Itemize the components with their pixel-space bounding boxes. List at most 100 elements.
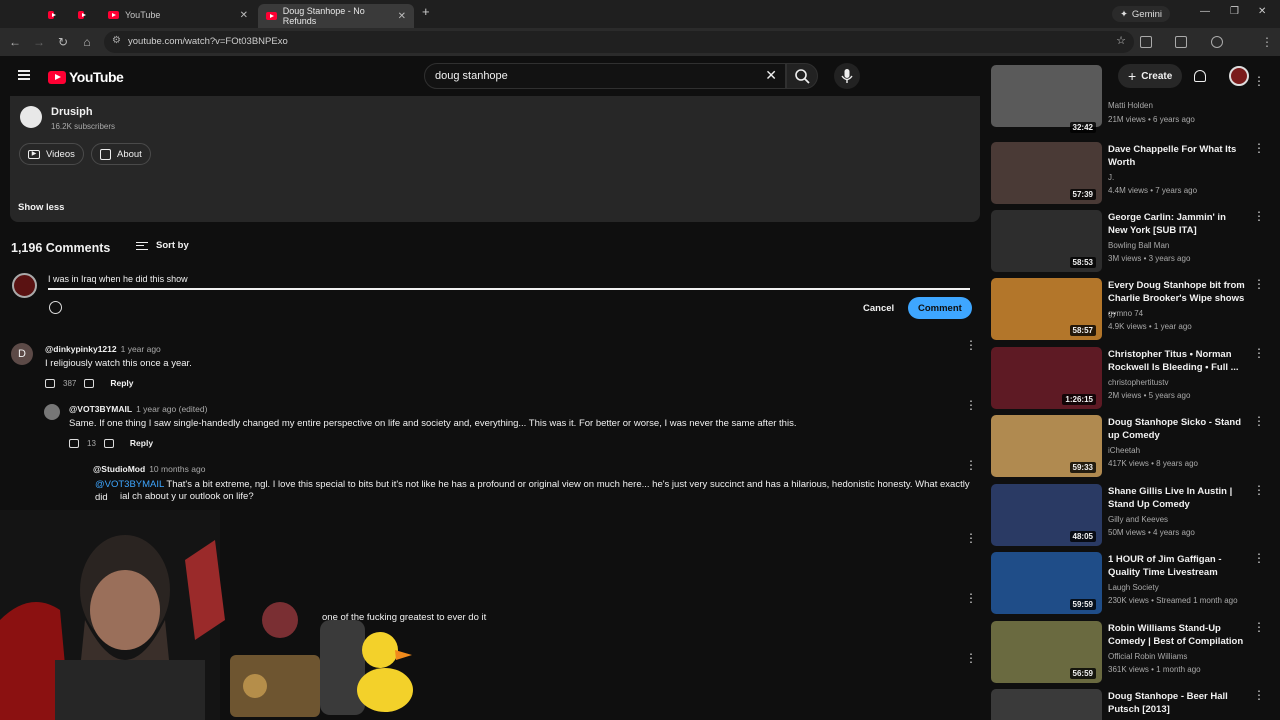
reload-icon[interactable]: ↻: [56, 35, 70, 49]
comment-menu-icon[interactable]: ⋮: [965, 339, 977, 351]
video-title[interactable]: Robin Williams Stand-Up Comedy | Best of…: [1108, 622, 1246, 648]
show-less-button[interactable]: Show less: [18, 202, 64, 213]
close-icon[interactable]: ✕: [398, 11, 406, 22]
comment-time[interactable]: 1 year ago (edited): [136, 404, 207, 414]
video-menu-icon[interactable]: ⋮: [1253, 621, 1265, 633]
recommended-video[interactable]: 58:53 George Carlin: Jammin' in New York …: [991, 210, 1271, 272]
video-title[interactable]: George Carlin: Jammin' in New York [SUB …: [1108, 211, 1246, 237]
video-title[interactable]: Doug Stanhope Sicko - Stand up Comedy: [1108, 416, 1246, 442]
reply-button[interactable]: Reply: [110, 378, 133, 388]
comment-menu-icon[interactable]: ⋮: [965, 592, 977, 604]
youtube-logo[interactable]: YouTube: [48, 69, 124, 85]
video-menu-icon[interactable]: ⋮: [1253, 484, 1265, 496]
video-channel[interactable]: J.: [1108, 173, 1114, 182]
gemini-button[interactable]: ✦ Gemini: [1111, 6, 1170, 22]
channel-videos-button[interactable]: ▶ Videos: [19, 143, 84, 165]
sidepanel-icon[interactable]: [1175, 36, 1187, 48]
recommended-video[interactable]: Doug Stanhope - Beer Hall Putsch [2013] ⋮: [991, 689, 1271, 720]
video-thumbnail[interactable]: [991, 65, 1102, 127]
like-count: 13: [87, 438, 96, 448]
recommended-video[interactable]: 57:39 Dave Chappelle For What Its Worth J.…: [991, 142, 1271, 204]
new-tab-icon[interactable]: +: [422, 4, 430, 19]
recommended-video[interactable]: 59:33 Doug Stanhope Sicko - Stand up Come…: [991, 415, 1271, 477]
comment-menu-icon[interactable]: ⋮: [965, 532, 977, 544]
comment-menu-icon[interactable]: ⋮: [965, 399, 977, 411]
video-menu-icon[interactable]: ⋮: [1253, 689, 1265, 701]
channel-name[interactable]: Drusiph: [51, 106, 93, 118]
recommended-video[interactable]: 56:59 Robin Williams Stand-Up Comedy | Be…: [991, 621, 1271, 683]
recommended-video[interactable]: 48:05 Shane Gillis Live In Austin | Stand…: [991, 484, 1271, 546]
dislike-icon[interactable]: [103, 438, 114, 448]
like-icon[interactable]: [45, 378, 55, 388]
menu-kebab-icon[interactable]: ⋮: [1260, 35, 1274, 49]
maximize-icon[interactable]: ❐: [1230, 6, 1239, 17]
home-icon[interactable]: ⌂: [80, 35, 94, 49]
close-icon[interactable]: ✕: [240, 10, 248, 21]
video-thumbnail[interactable]: [991, 689, 1102, 720]
extensions-icon[interactable]: [1140, 36, 1152, 48]
video-title[interactable]: 1 HOUR of Jim Gaffigan - Quality Time Li…: [1108, 553, 1246, 579]
hamburger-menu-icon[interactable]: [18, 70, 30, 80]
browser-tab[interactable]: [40, 4, 68, 26]
forward-icon[interactable]: →: [32, 35, 46, 49]
video-channel[interactable]: christophertitustv: [1108, 378, 1168, 387]
video-channel[interactable]: gymno 74: [1108, 309, 1143, 318]
channel-about-button[interactable]: About: [91, 143, 151, 165]
emoji-icon[interactable]: [49, 301, 62, 314]
commenter-avatar[interactable]: D: [11, 343, 33, 365]
site-info-icon[interactable]: ⚙: [112, 35, 121, 46]
cancel-button[interactable]: Cancel: [856, 298, 901, 318]
recommended-video[interactable]: 1:26:15 Christopher Titus • Norman Rockwe…: [991, 347, 1271, 409]
browser-tab-youtube[interactable]: YouTube ✕: [100, 4, 256, 26]
back-icon[interactable]: ←: [8, 35, 22, 49]
address-bar[interactable]: ⚙ youtube.com/watch?v=FOt03BNPExo ☆: [104, 31, 1134, 53]
recommended-video[interactable]: 59:59 1 HOUR of Jim Gaffigan - Quality Ti…: [991, 552, 1271, 614]
recommended-video[interactable]: 58:57 Every Doug Stanhope bit from Charli…: [991, 278, 1271, 340]
search-button[interactable]: [786, 63, 818, 89]
video-channel[interactable]: Gilly and Keeves: [1108, 515, 1168, 524]
video-menu-icon[interactable]: ⋮: [1253, 278, 1265, 290]
video-menu-icon[interactable]: ⋮: [1253, 347, 1265, 359]
search-input[interactable]: doug stanhope ✕: [424, 63, 786, 89]
channel-avatar[interactable]: [20, 106, 42, 128]
video-menu-icon[interactable]: ⋮: [1253, 210, 1265, 222]
like-icon[interactable]: [69, 438, 79, 448]
comment-menu-icon[interactable]: ⋮: [965, 652, 977, 664]
video-title[interactable]: Shane Gillis Live In Austin | Stand Up C…: [1108, 485, 1246, 511]
voice-search-button[interactable]: [834, 63, 860, 89]
mention-link[interactable]: @VOT3BYMAIL: [95, 479, 164, 490]
video-title[interactable]: Dave Chappelle For What Its Worth: [1108, 143, 1246, 169]
video-menu-icon[interactable]: ⋮: [1253, 415, 1265, 427]
video-menu-icon[interactable]: ⋮: [1253, 552, 1265, 564]
video-channel[interactable]: Laugh Society: [1108, 583, 1159, 592]
profile-icon[interactable]: [1211, 36, 1223, 48]
comment-menu-icon[interactable]: ⋮: [965, 459, 977, 471]
video-channel[interactable]: Bowling Ball Man: [1108, 241, 1169, 250]
recommended-video[interactable]: 32:42 Matti Holden 21M views • 6 years ago…: [991, 65, 1271, 137]
minimize-icon[interactable]: —: [1200, 6, 1210, 17]
clear-search-icon[interactable]: ✕: [765, 67, 777, 84]
video-menu-icon[interactable]: ⋮: [1253, 75, 1265, 87]
video-title[interactable]: Christopher Titus • Norman Rockwell Is B…: [1108, 348, 1246, 374]
comment-input[interactable]: I was in Iraq when he did this show: [48, 273, 970, 290]
reply-button[interactable]: Reply: [130, 438, 153, 448]
video-channel[interactable]: Official Robin Williams: [1108, 652, 1187, 661]
comment-author[interactable]: @dinkypinky1212: [45, 344, 117, 354]
video-channel[interactable]: iCheetah: [1108, 446, 1140, 455]
video-channel[interactable]: Matti Holden: [1108, 101, 1153, 110]
browser-tab[interactable]: [70, 4, 98, 26]
comment-time[interactable]: 1 year ago: [121, 344, 161, 354]
comment-submit-button[interactable]: Comment: [908, 297, 972, 319]
comment-time[interactable]: 10 months ago: [149, 464, 205, 474]
comment-author[interactable]: @VOT3BYMAIL: [69, 404, 132, 414]
close-window-icon[interactable]: ✕: [1258, 6, 1266, 17]
comment-author[interactable]: @StudioMod: [93, 464, 145, 474]
browser-tab-active[interactable]: Doug Stanhope - No Refunds ✕: [258, 4, 414, 28]
person-icon: [100, 148, 111, 160]
video-menu-icon[interactable]: ⋮: [1253, 142, 1265, 154]
bookmark-star-icon[interactable]: ☆: [1116, 34, 1126, 47]
dislike-icon[interactable]: [84, 378, 95, 388]
video-title[interactable]: Doug Stanhope - Beer Hall Putsch [2013]: [1108, 690, 1246, 716]
sort-by-button[interactable]: Sort by: [136, 240, 189, 251]
commenter-avatar[interactable]: [44, 404, 60, 420]
